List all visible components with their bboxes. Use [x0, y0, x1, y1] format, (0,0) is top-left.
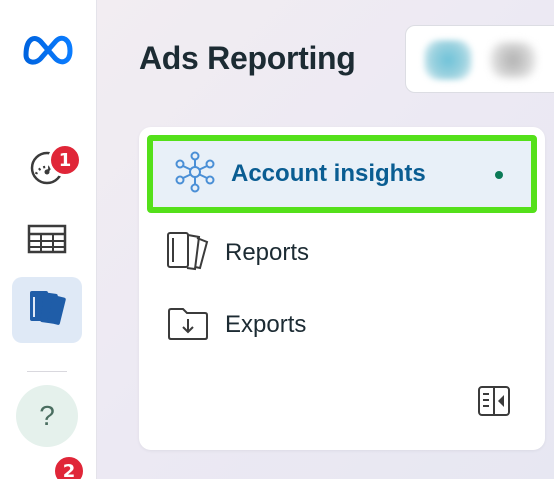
- table-icon: [27, 223, 67, 260]
- left-rail: 1 ? 2: [0, 0, 97, 479]
- nav-item-exports[interactable]: Exports: [153, 293, 535, 357]
- help-button[interactable]: ?: [16, 385, 78, 447]
- document-stack-icon: [165, 230, 211, 277]
- account-selector[interactable]: [405, 25, 554, 93]
- reports-stack-icon: [26, 287, 68, 334]
- rail-divider: [27, 371, 67, 372]
- account-name-blurred: [490, 42, 536, 78]
- page-title: Ads Reporting: [139, 40, 356, 76]
- table-nav-button[interactable]: [12, 208, 82, 274]
- nav-item-label: Exports: [225, 311, 307, 338]
- nav-item-label: Account insights: [231, 160, 426, 187]
- collapse-panel-button[interactable]: [476, 385, 512, 421]
- status-dot: [495, 171, 503, 179]
- meta-logo-icon[interactable]: [20, 27, 76, 69]
- notification-badge-bottom: 2: [52, 454, 86, 479]
- nav-item-account-insights[interactable]: Account insights: [147, 135, 537, 213]
- notification-badge: 1: [48, 143, 82, 177]
- folder-download-icon: [165, 303, 211, 348]
- help-label: ?: [39, 400, 55, 431]
- nav-item-reports[interactable]: Reports: [153, 221, 535, 285]
- nav-item-label: Reports: [225, 239, 310, 266]
- reporting-side-panel: Account insights Reports Exports: [139, 127, 545, 450]
- account-avatar-blurred: [424, 40, 472, 80]
- collapse-panel-icon: [477, 385, 511, 422]
- reporting-nav-button[interactable]: [12, 277, 82, 343]
- network-nodes-icon: [173, 150, 217, 199]
